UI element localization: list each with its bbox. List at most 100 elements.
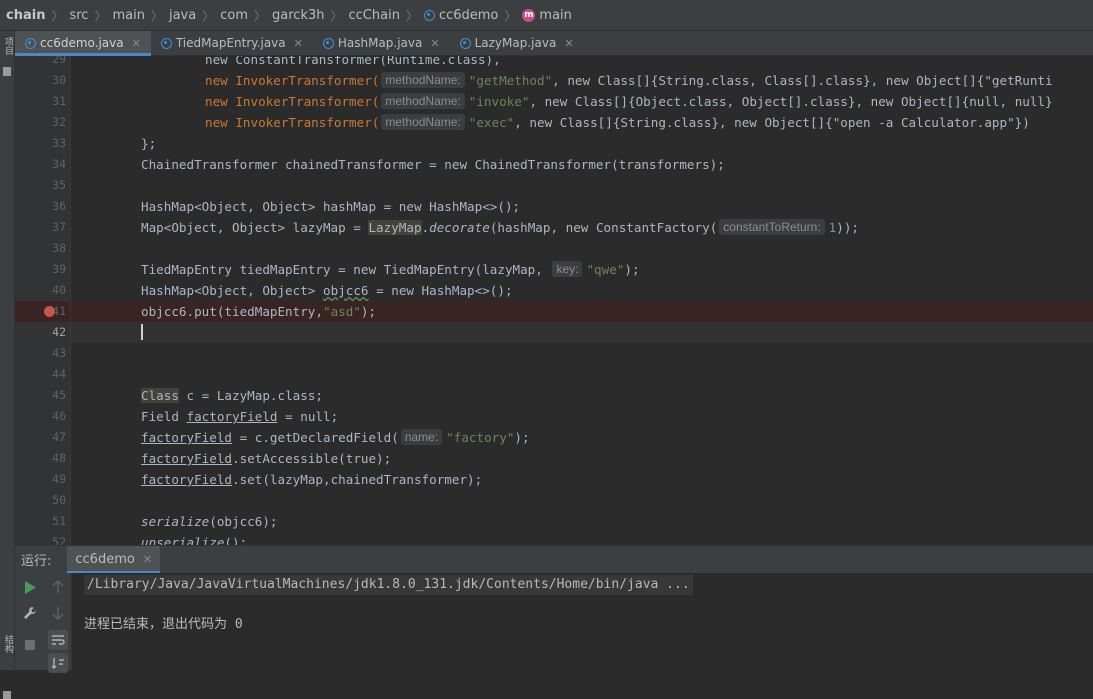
parameter-hint: methodName:: [381, 72, 465, 88]
line-number: 34: [52, 157, 66, 171]
breadcrumb-item-project[interactable]: chain: [6, 8, 45, 23]
tab-hashmap[interactable]: HashMap.java ✕: [313, 31, 450, 55]
line-number: 50: [52, 493, 66, 507]
line-number: 45: [52, 388, 66, 402]
left-tool-strip: 项目 结构: [0, 31, 15, 699]
structure-tool-label[interactable]: 结构: [2, 635, 15, 653]
run-icon[interactable]: [20, 577, 40, 597]
code-text: .setAccessible(true);: [232, 451, 392, 466]
code-text: new InvokerTransformer(: [205, 115, 380, 130]
c-class-icon: [25, 37, 36, 49]
navigation-breadcrumb: chain 〉 src 〉 main 〉 java 〉 com 〉 garck3…: [0, 0, 1093, 31]
code-line-29: new ConstantTransformer(Runtime.class),: [71, 56, 1093, 70]
console-exit-message: 进程已结束，退出代码为 0: [84, 617, 243, 632]
code-text: new ConstantTransformer(Runtime.class),: [205, 56, 501, 67]
code-line-52: unserialize();: [71, 532, 1093, 545]
soft-wrap-icon[interactable]: [48, 630, 68, 650]
tab-tiedmapentry[interactable]: TiedMapEntry.java ✕: [151, 31, 313, 55]
code-editor[interactable]: new ConstantTransformer(Runtime.class), …: [71, 56, 1093, 545]
string-literal: "getMethod": [468, 73, 553, 88]
code-line-48: factoryField.setAccessible(true);: [71, 448, 1093, 469]
tab-label: HashMap.java: [337, 36, 423, 50]
line-number-gutter[interactable]: 29 30 31 32 33 34 35 36 37 38 39 40 41 4…: [15, 56, 71, 545]
line-number: 40: [52, 283, 66, 297]
code-line-32: new InvokerTransformer(methodName: "exec"…: [71, 112, 1093, 133]
m-method-icon: m: [522, 8, 536, 22]
code-line-46: Field factoryField = null;: [71, 406, 1093, 427]
code-text: = c.getDeclaredField(: [232, 430, 399, 445]
code-text: ));: [836, 220, 860, 235]
editor-tab-bar: cc6demo.java ✕ TiedMapEntry.java ✕ HashM…: [15, 31, 1093, 56]
variable-name: factoryField: [141, 430, 232, 445]
down-arrow-icon[interactable]: [48, 603, 68, 623]
c-class-icon: [160, 37, 172, 49]
close-icon[interactable]: ✕: [430, 37, 439, 50]
code-text: c = LazyMap.class;: [178, 388, 323, 403]
run-toolbar-primary: [15, 573, 44, 670]
breadcrumb-item-com[interactable]: com: [220, 8, 248, 23]
code-text: = null;: [277, 409, 339, 424]
tab-lazymap[interactable]: LazyMap.java ✕: [450, 31, 584, 55]
code-line-36: HashMap<Object, Object> hashMap = new Ha…: [71, 196, 1093, 217]
run-tab-cc6demo[interactable]: cc6demo ✕: [67, 545, 161, 574]
up-arrow-icon[interactable]: [48, 577, 68, 597]
close-icon[interactable]: ✕: [564, 37, 573, 50]
line-number: 44: [52, 367, 66, 381]
close-icon[interactable]: ✕: [294, 37, 303, 50]
breakpoint-icon[interactable]: [44, 306, 55, 317]
c-class-icon: [423, 9, 435, 21]
close-icon[interactable]: ✕: [132, 37, 141, 50]
c-class-icon: [459, 37, 471, 49]
sort-icon[interactable]: [48, 653, 68, 673]
breadcrumb-item-main-method[interactable]: m main: [522, 7, 572, 23]
line-number: 29: [52, 56, 66, 66]
line-number: 51: [52, 514, 66, 528]
parameter-hint: methodName:: [381, 114, 465, 130]
chevron-right-icon: 〉: [405, 8, 418, 23]
structure-icon[interactable]: [3, 691, 11, 699]
wrench-icon[interactable]: [20, 603, 40, 623]
code-text: );: [360, 304, 377, 319]
string-literal: "asd": [322, 304, 361, 319]
project-icon[interactable]: [3, 67, 11, 76]
line-number-current: 42: [52, 325, 66, 339]
tab-label: cc6demo.java: [40, 36, 124, 50]
project-tool-label[interactable]: 项目: [2, 37, 15, 55]
code-text: objcc6.put(tiedMapEntry,: [141, 304, 323, 319]
run-console[interactable]: /Library/Java/JavaVirtualMachines/jdk1.8…: [72, 573, 1093, 670]
line-number: 48: [52, 451, 66, 465]
string-literal: "exec": [468, 115, 515, 130]
method-name: unserialize: [141, 535, 225, 545]
breadcrumb-item-garck3h[interactable]: garck3h: [272, 8, 324, 23]
console-command-line[interactable]: /Library/Java/JavaVirtualMachines/jdk1.8…: [84, 575, 693, 595]
breadcrumb-item-ccchain[interactable]: ccChain: [349, 8, 400, 23]
code-text: };: [141, 136, 157, 151]
tab-label: TiedMapEntry.java: [175, 36, 286, 50]
text-caret: [141, 324, 143, 340]
breadcrumb-item-java[interactable]: java: [169, 8, 196, 23]
chevron-right-icon: 〉: [504, 8, 517, 23]
code-line-31: new InvokerTransformer(methodName: "invok…: [71, 91, 1093, 112]
close-icon[interactable]: ✕: [143, 553, 152, 566]
breadcrumb-item-cc6demo[interactable]: cc6demo: [423, 8, 498, 23]
line-number: 38: [52, 241, 66, 255]
string-literal: "qwe": [586, 262, 625, 277]
chevron-right-icon: 〉: [202, 8, 215, 23]
tab-cc6demo[interactable]: cc6demo.java ✕: [15, 31, 151, 56]
run-toolbar-secondary: [44, 573, 72, 673]
stop-icon[interactable]: [20, 635, 40, 655]
code-text: (objcc6);: [209, 514, 278, 529]
breadcrumb-item-src[interactable]: src: [69, 8, 88, 23]
line-number: 36: [52, 199, 66, 213]
code-text: TiedMapEntry tiedMapEntry = new TiedMapE…: [141, 262, 551, 277]
run-tab-label: cc6demo: [75, 552, 135, 567]
code-line-47: factoryField = c.getDeclaredField(name: "…: [71, 427, 1093, 448]
breadcrumb-main-label: main: [539, 7, 572, 23]
breadcrumb-item-main-folder[interactable]: main: [112, 8, 144, 23]
code-text: Field: [141, 409, 187, 424]
string-literal: "factory": [446, 430, 515, 445]
class-name: LazyMap: [368, 220, 422, 235]
code-text: HashMap<Object, Object>: [141, 283, 323, 298]
class-name: Class: [141, 388, 179, 403]
line-number: 31: [52, 94, 66, 108]
